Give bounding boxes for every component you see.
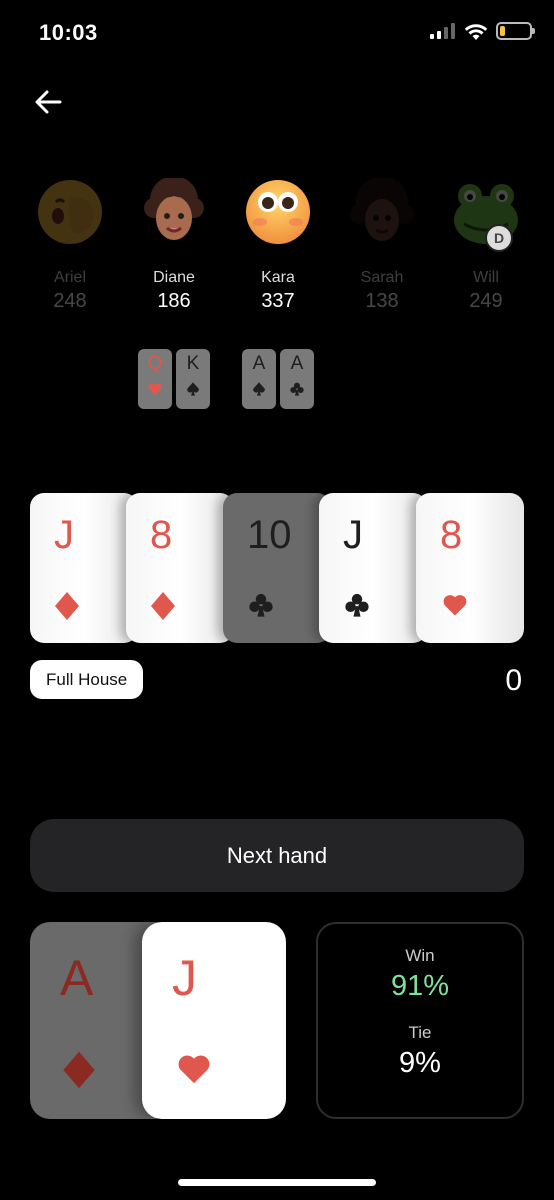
club-icon <box>247 591 275 624</box>
player-name: Will <box>473 269 499 286</box>
heart-icon <box>440 591 470 624</box>
my-hand: A J <box>30 922 286 1119</box>
card-rank: J <box>172 950 197 1006</box>
tie-percentage: 9% <box>399 1047 441 1079</box>
player-will[interactable]: Will 249 <box>434 178 538 313</box>
win-percentage: 91% <box>390 970 450 1002</box>
player-sarah[interactable]: Sarah 138 <box>330 176 434 313</box>
card-rank: A <box>252 353 266 374</box>
card-rank: 8 <box>440 513 463 557</box>
avatar <box>140 176 208 246</box>
card-rank: 8 <box>150 513 173 557</box>
player-ariel[interactable]: Ariel 248 <box>18 178 122 313</box>
home-indicator[interactable] <box>178 1179 376 1186</box>
arrow-left-icon <box>35 90 62 114</box>
next-hand-button[interactable]: Next hand <box>30 819 524 892</box>
hole-card: A <box>280 349 314 409</box>
players-row: Ariel 248 Diane 186 Kara 337 Sarah 138 W… <box>18 176 538 313</box>
diamond-icon <box>62 1050 96 1095</box>
status-icons <box>430 22 535 40</box>
player-name: Sarah <box>360 269 404 286</box>
player-stack: 249 <box>469 290 503 312</box>
card-rank: Q <box>147 353 163 374</box>
card-rank: A <box>60 950 94 1006</box>
diamond-icon <box>54 591 80 626</box>
my-card: J <box>142 922 286 1119</box>
board-card: J <box>30 493 138 643</box>
kara-hole-cards: A A <box>242 349 314 409</box>
player-name: Ariel <box>53 269 86 286</box>
curly-hair-person-dark-icon <box>350 176 414 241</box>
status-bar: 10:03 <box>0 0 554 70</box>
tie-label: Tie <box>408 1023 432 1042</box>
hole-card: K <box>176 349 210 409</box>
player-kara[interactable]: Kara 337 <box>226 178 330 313</box>
hole-card: Q <box>138 349 172 409</box>
card-rank: J <box>54 513 74 557</box>
curly-hair-person-icon <box>144 176 204 240</box>
back-button[interactable] <box>30 84 66 120</box>
pot-amount: 0 <box>505 664 522 697</box>
card-rank: J <box>343 513 363 557</box>
board-card: 8 <box>416 493 524 643</box>
player-stack: 138 <box>365 290 399 312</box>
spade-icon <box>176 381 210 402</box>
player-stack: 248 <box>53 290 87 312</box>
card-rank: 10 <box>247 513 292 557</box>
wifi-icon <box>464 23 488 40</box>
battery-icon <box>496 22 535 40</box>
player-name: Diane <box>153 269 195 286</box>
avatar <box>36 178 104 246</box>
heart-icon <box>174 1050 214 1093</box>
status-time: 10:03 <box>39 20 98 45</box>
cellular-signal-icon <box>430 23 455 39</box>
diane-hole-cards: Q K <box>138 349 210 409</box>
player-stack: 337 <box>261 290 295 312</box>
diamond-icon <box>150 591 176 626</box>
player-diane[interactable]: Diane 186 <box>122 176 226 313</box>
battery-level <box>500 26 506 36</box>
dealer-badge: D <box>485 224 513 252</box>
heart-icon <box>138 381 172 402</box>
odds-panel: Win 91% Tie 9% <box>316 922 524 1119</box>
club-icon <box>343 591 371 624</box>
hand-rank-badge: Full House <box>30 660 144 699</box>
hole-card: A <box>242 349 276 409</box>
board-card: J <box>319 493 427 643</box>
card-rank: A <box>290 353 304 374</box>
community-board: J 8 10 J 8 <box>30 493 524 643</box>
player-stack: 186 <box>157 290 191 312</box>
face-with-hand-over-mouth-icon <box>38 180 102 244</box>
flushed-face-icon <box>246 180 310 244</box>
card-rank: K <box>186 353 200 374</box>
win-label: Win <box>405 946 435 965</box>
board-card: 10 <box>223 493 331 643</box>
player-name: Kara <box>261 269 295 286</box>
spade-icon <box>242 381 276 402</box>
avatar <box>348 176 416 246</box>
club-icon <box>280 381 314 402</box>
avatar <box>244 178 312 246</box>
board-card: 8 <box>126 493 234 643</box>
